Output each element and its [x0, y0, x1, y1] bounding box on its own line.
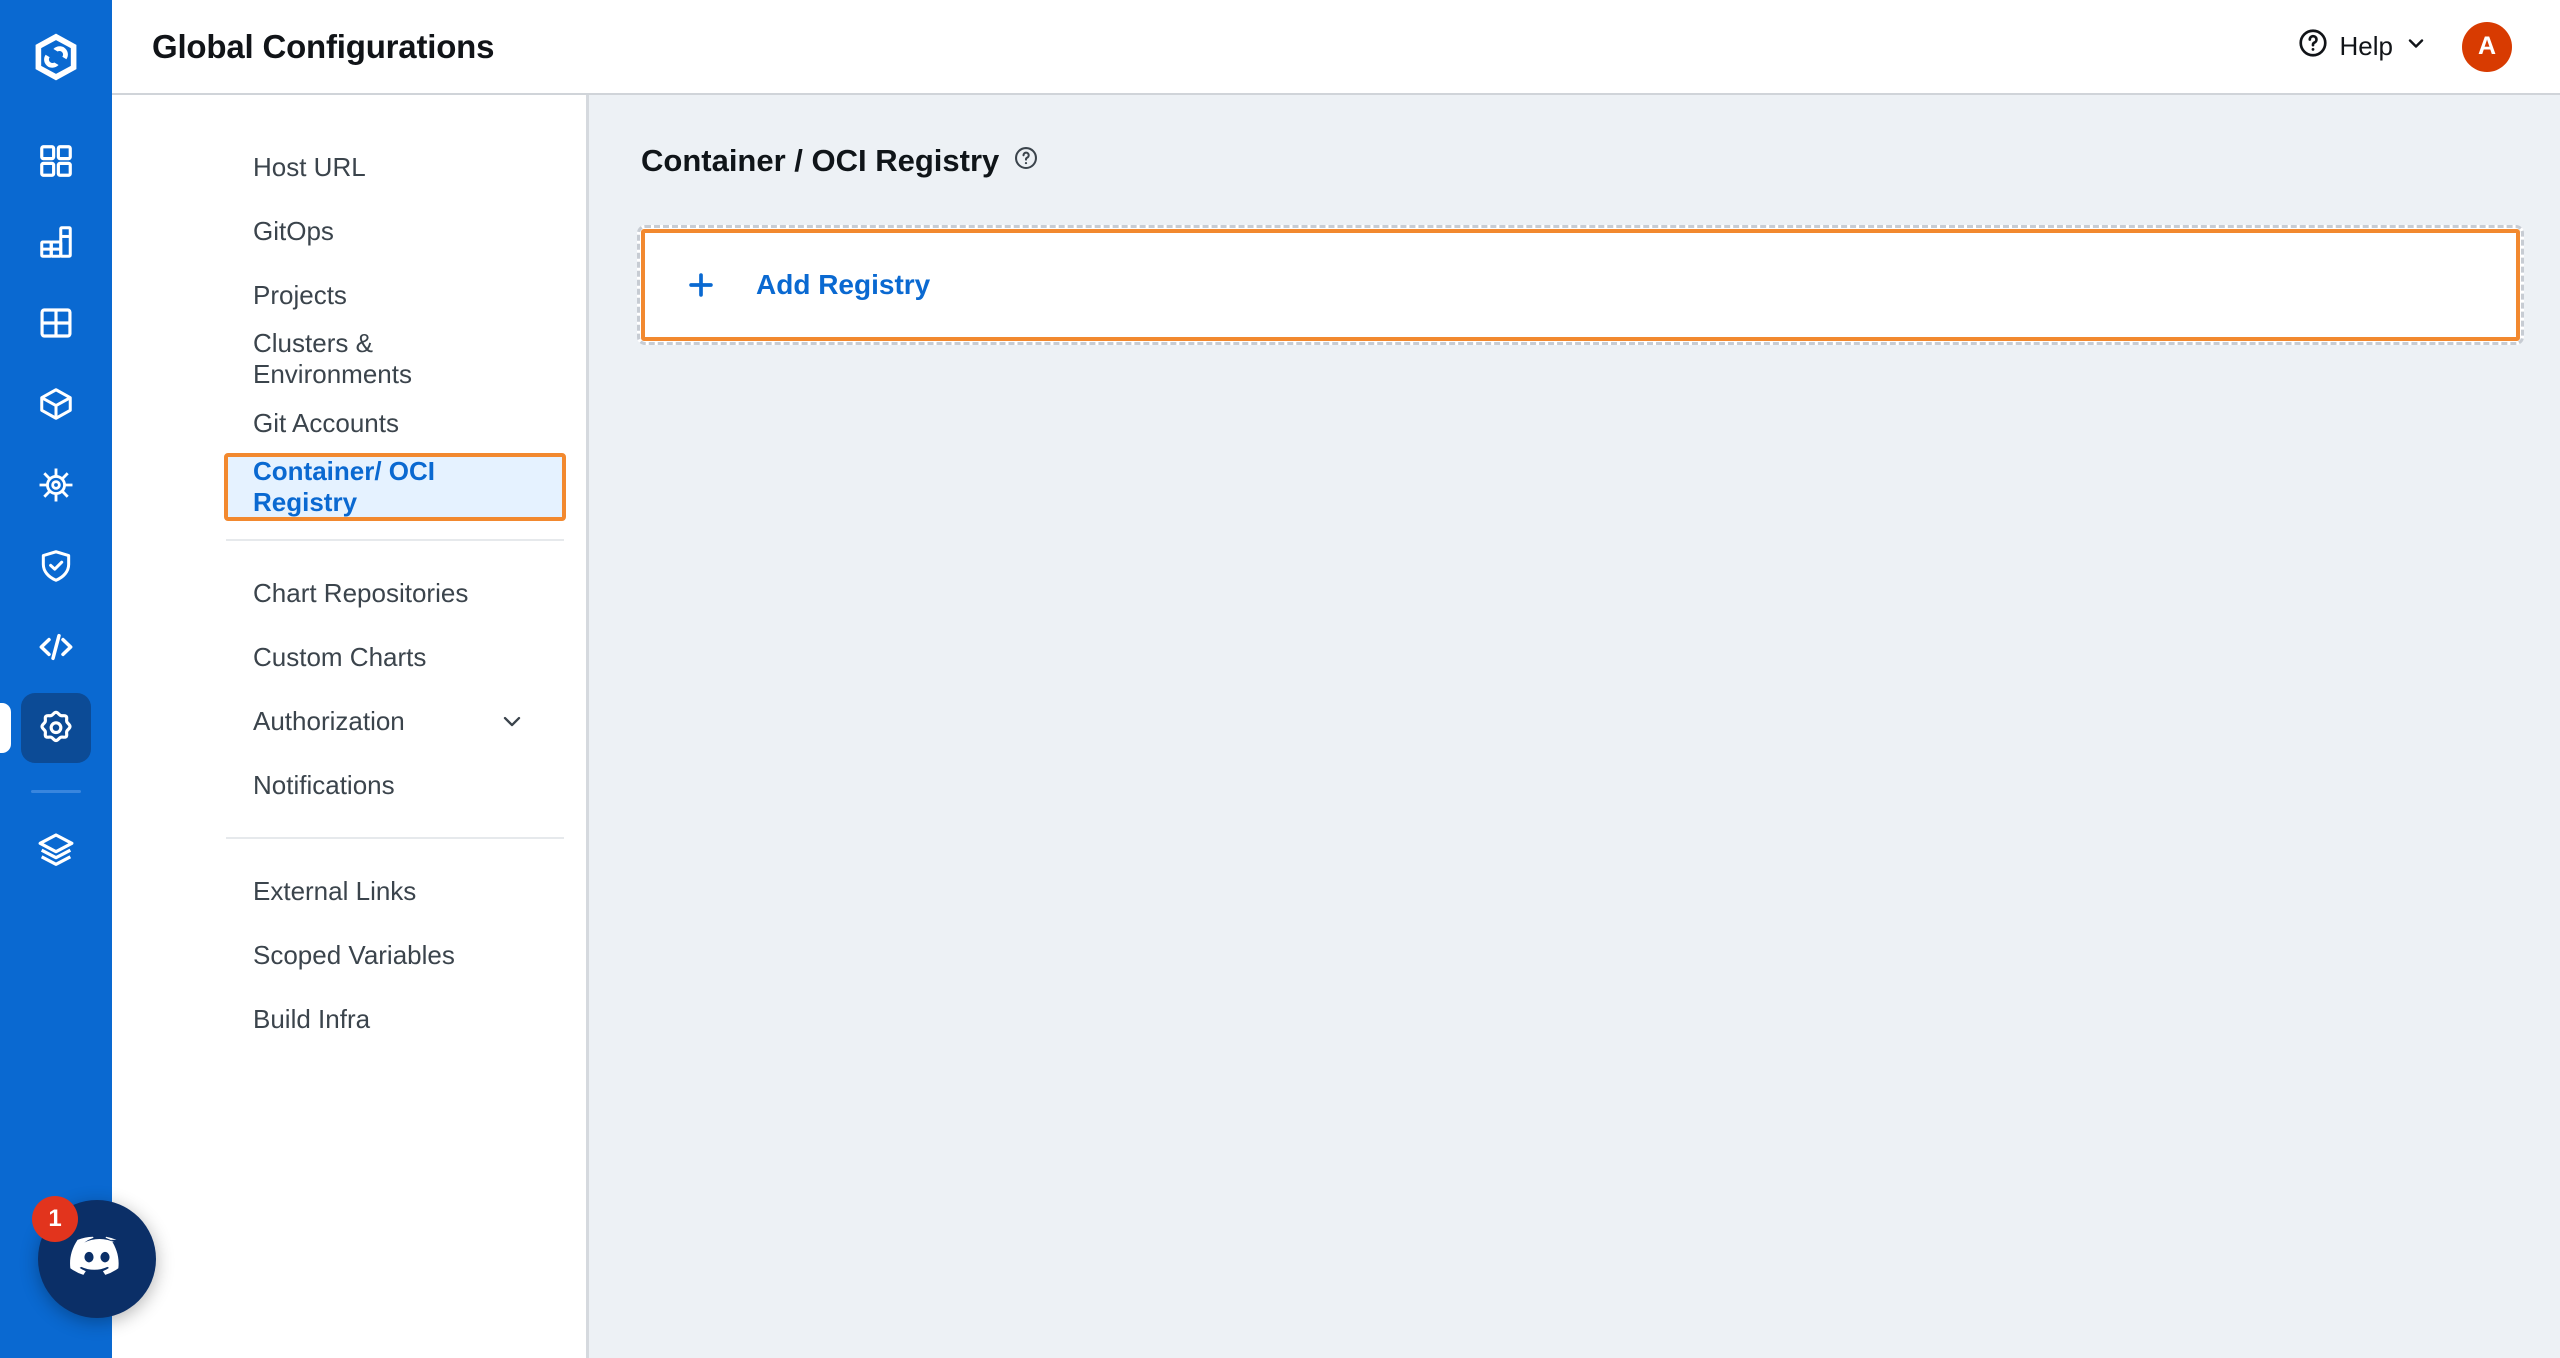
- sidebar-item-label: Custom Charts: [253, 641, 427, 672]
- apps-grid-icon: [37, 142, 75, 180]
- sidebar-item-label: Host URL: [253, 151, 366, 182]
- sidebar-item-custom-charts[interactable]: Custom Charts: [226, 625, 564, 689]
- sidebar-item-chart-repositories[interactable]: Chart Repositories: [226, 561, 564, 625]
- rail-item-security[interactable]: [21, 531, 91, 601]
- helm-wheel-icon: [37, 466, 75, 504]
- page-title: Global Configurations: [152, 27, 495, 65]
- avatar[interactable]: A: [2462, 21, 2512, 72]
- nav-group-2: Chart Repositories Custom Charts Authori…: [112, 561, 586, 817]
- code-brackets-icon: [36, 627, 76, 667]
- add-registry-button[interactable]: Add Registry: [637, 225, 2524, 345]
- section-header: Container / OCI Registry: [641, 143, 2524, 179]
- rail-item-stack-manager[interactable]: [21, 815, 91, 885]
- main-content: Container / OCI Registry Add Registry: [589, 95, 2560, 1358]
- sidebar-item-label: Scoped Variables: [253, 939, 455, 970]
- rail-item-chart-store[interactable]: [21, 450, 91, 520]
- sidebar-item-clusters-environments[interactable]: Clusters & Environments: [226, 327, 564, 391]
- sidebar-item-label: Container/ OCI Registry: [253, 456, 436, 517]
- sidebar-item-label: Git Accounts: [253, 407, 399, 438]
- question-circle-icon: [2297, 27, 2329, 66]
- sidebar-item-gitops[interactable]: GitOps: [226, 199, 564, 263]
- app-groups-icon: [37, 304, 75, 342]
- body-region: Host URL GitOps Projects Clusters & Envi…: [112, 95, 2560, 1358]
- jobs-chart-icon: [37, 223, 75, 261]
- add-registry-card-wrap: Add Registry: [637, 225, 2524, 345]
- sidebar-item-label: Build Infra: [253, 1003, 371, 1034]
- global-configurations-nav: Host URL GitOps Projects Clusters & Envi…: [112, 95, 589, 1358]
- section-title: Container / OCI Registry: [641, 143, 1000, 178]
- rail-item-application-groups[interactable]: [21, 288, 91, 358]
- rail-item-jobs[interactable]: [21, 207, 91, 277]
- gear-icon: [36, 708, 76, 748]
- shield-check-icon: [37, 547, 75, 585]
- nav-group-3: External Links Scoped Variables Build In…: [112, 859, 586, 1051]
- rail-divider: [31, 790, 81, 793]
- sidebar-item-scoped-variables[interactable]: Scoped Variables: [226, 923, 564, 987]
- chevron-down-icon: [2404, 31, 2428, 62]
- sidebar-item-authorization[interactable]: Authorization: [226, 689, 564, 753]
- right-region: Global Configurations Help A Host URL Gi…: [112, 0, 2560, 1358]
- rail-item-global-configurations[interactable]: [0, 693, 91, 763]
- devtron-logo-icon[interactable]: [25, 26, 87, 88]
- sidebar-item-git-accounts[interactable]: Git Accounts: [226, 391, 564, 455]
- sidebar-item-label: Clusters & Environments: [253, 328, 412, 389]
- sidebar-item-external-links[interactable]: External Links: [226, 859, 564, 923]
- help-menu-button[interactable]: Help: [2297, 27, 2428, 66]
- plus-icon: [684, 268, 718, 302]
- top-bar-actions: Help A: [2297, 21, 2512, 72]
- rail-item-list: [0, 126, 112, 896]
- top-bar: Global Configurations Help A: [112, 0, 2560, 95]
- sidebar-item-label: Chart Repositories: [253, 577, 469, 608]
- discord-chat-button[interactable]: 1: [32, 1196, 156, 1318]
- help-label: Help: [2339, 31, 2393, 61]
- nav-group-1: Host URL GitOps Projects Clusters & Envi…: [112, 135, 586, 521]
- rail-item-resource-browser[interactable]: [21, 369, 91, 439]
- question-circle-icon[interactable]: [1013, 143, 1039, 179]
- rail-item-bulk-edit[interactable]: [21, 612, 91, 682]
- sidebar-item-label: GitOps: [253, 215, 334, 246]
- nav-divider-2: [226, 837, 564, 839]
- sidebar-item-build-infra[interactable]: Build Infra: [226, 987, 564, 1051]
- nav-divider-1: [226, 539, 564, 541]
- sidebar-item-container-oci-registry[interactable]: Container/ OCI Registry: [224, 453, 566, 521]
- cube-icon: [37, 385, 75, 423]
- discord-icon: [65, 1225, 129, 1294]
- sidebar-item-projects[interactable]: Projects: [226, 263, 564, 327]
- sidebar-item-label: Notifications: [253, 769, 395, 800]
- add-registry-label: Add Registry: [756, 269, 931, 300]
- sidebar-item-label: External Links: [253, 875, 417, 906]
- primary-icon-rail: 1: [0, 0, 156, 1358]
- sidebar-item-label: Authorization: [253, 705, 405, 736]
- sidebar-item-notifications[interactable]: Notifications: [226, 753, 564, 817]
- stack-layers-icon: [36, 830, 76, 870]
- rail-item-applications[interactable]: [21, 126, 91, 196]
- chevron-down-icon[interactable]: [498, 707, 526, 735]
- sidebar-item-label: Projects: [253, 279, 347, 310]
- sidebar-item-host-url[interactable]: Host URL: [226, 135, 564, 199]
- app-root: 1 Global Configurations Help A Host URL …: [0, 0, 2560, 1358]
- discord-unread-badge: 1: [32, 1196, 78, 1242]
